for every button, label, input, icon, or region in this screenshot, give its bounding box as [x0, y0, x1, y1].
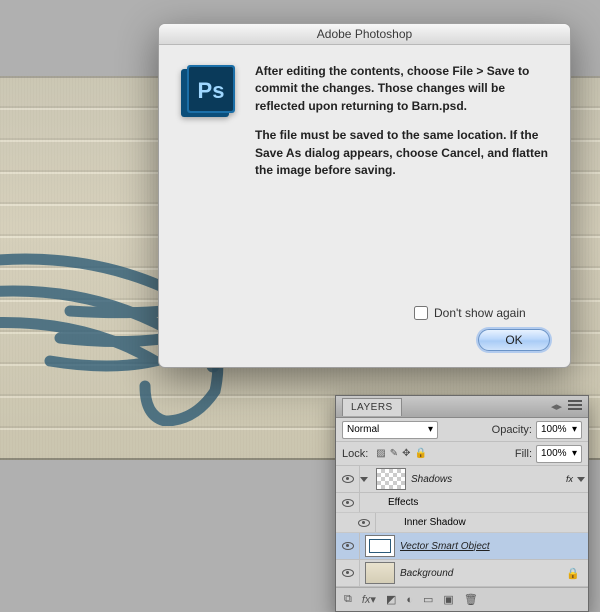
eye-icon — [342, 569, 354, 577]
dialog-title: Adobe Photoshop — [159, 24, 570, 45]
lock-transparency-icon: ▨ — [376, 448, 385, 459]
eye-icon — [358, 519, 370, 527]
panel-footer: ⧉ fx▾ ◩ ◐ ▭ ▣ 🗑 — [336, 587, 588, 611]
fx-disclosure-icon[interactable] — [577, 477, 585, 482]
layer-name: Background — [400, 568, 566, 579]
fx-badge[interactable]: fx — [566, 474, 573, 484]
dialog-paragraph-1: After editing the contents, choose File … — [255, 63, 550, 115]
layer-shadows[interactable]: Shadows fx — [336, 466, 588, 493]
panel-menu-icon[interactable] — [568, 400, 582, 410]
layer-thumbnail[interactable] — [365, 535, 395, 557]
layer-name: Vector Smart Object — [400, 541, 588, 552]
layer-background[interactable]: Background 🔒 — [336, 560, 588, 587]
blend-row: Normal▾ Opacity: 100%▾ — [336, 418, 588, 442]
dialog-message: After editing the contents, choose File … — [255, 63, 550, 191]
layer-thumbnail[interactable] — [365, 562, 395, 584]
lock-icons[interactable]: ▨ ✎ ✥ 🔒 — [376, 448, 427, 459]
lock-position-icon: ✥ — [402, 448, 410, 459]
lock-icon: 🔒 — [566, 567, 580, 580]
eye-icon — [342, 499, 354, 507]
dont-show-again[interactable]: Don't show again — [414, 306, 526, 320]
effects-row[interactable]: Effects — [336, 493, 588, 513]
opacity-label: Opacity: — [492, 424, 532, 436]
layer-smart-object[interactable]: Vector Smart Object — [336, 533, 588, 560]
disclosure-icon[interactable] — [360, 477, 368, 482]
dialog-paragraph-2: The file must be saved to the same locat… — [255, 127, 550, 179]
visibility-toggle[interactable] — [336, 533, 360, 559]
eye-icon — [342, 475, 354, 483]
photoshop-icon: Ps — [179, 65, 237, 123]
visibility-toggle[interactable] — [352, 513, 376, 532]
layer-list: Shadows fx Effects Inner Shadow Vector S… — [336, 466, 588, 587]
visibility-toggle[interactable] — [336, 493, 360, 512]
layer-name: Shadows — [411, 474, 566, 485]
layers-tab[interactable]: LAYERS — [342, 398, 402, 416]
eye-icon — [342, 542, 354, 550]
lock-label: Lock: — [342, 448, 368, 460]
fill-input[interactable]: 100%▾ — [536, 445, 582, 463]
visibility-toggle[interactable] — [336, 560, 360, 586]
effects-label: Effects — [388, 497, 418, 508]
svg-text:Ps: Ps — [198, 78, 225, 103]
dont-show-label: Don't show again — [434, 306, 526, 320]
visibility-toggle[interactable] — [336, 466, 360, 492]
collapse-icon[interactable]: ◂▸ — [551, 400, 562, 413]
lock-paint-icon: ✎ — [390, 448, 398, 459]
layer-thumbnail[interactable] — [376, 468, 406, 490]
effect-inner-shadow[interactable]: Inner Shadow — [336, 513, 588, 533]
dont-show-checkbox[interactable] — [414, 306, 428, 320]
lock-all-icon: 🔒 — [415, 448, 427, 459]
alert-dialog: Adobe Photoshop Ps After editing the con… — [158, 23, 571, 368]
lock-row: Lock: ▨ ✎ ✥ 🔒 Fill: 100%▾ — [336, 442, 588, 466]
fill-label: Fill: — [515, 448, 532, 460]
effect-label: Inner Shadow — [404, 517, 466, 528]
blend-mode-select[interactable]: Normal▾ — [342, 421, 438, 439]
opacity-input[interactable]: 100%▾ — [536, 421, 582, 439]
ok-button[interactable]: OK — [478, 329, 550, 351]
panel-header[interactable]: LAYERS ◂▸ — [336, 396, 588, 418]
layers-panel: LAYERS ◂▸ Normal▾ Opacity: 100%▾ Lock: ▨… — [335, 395, 589, 612]
